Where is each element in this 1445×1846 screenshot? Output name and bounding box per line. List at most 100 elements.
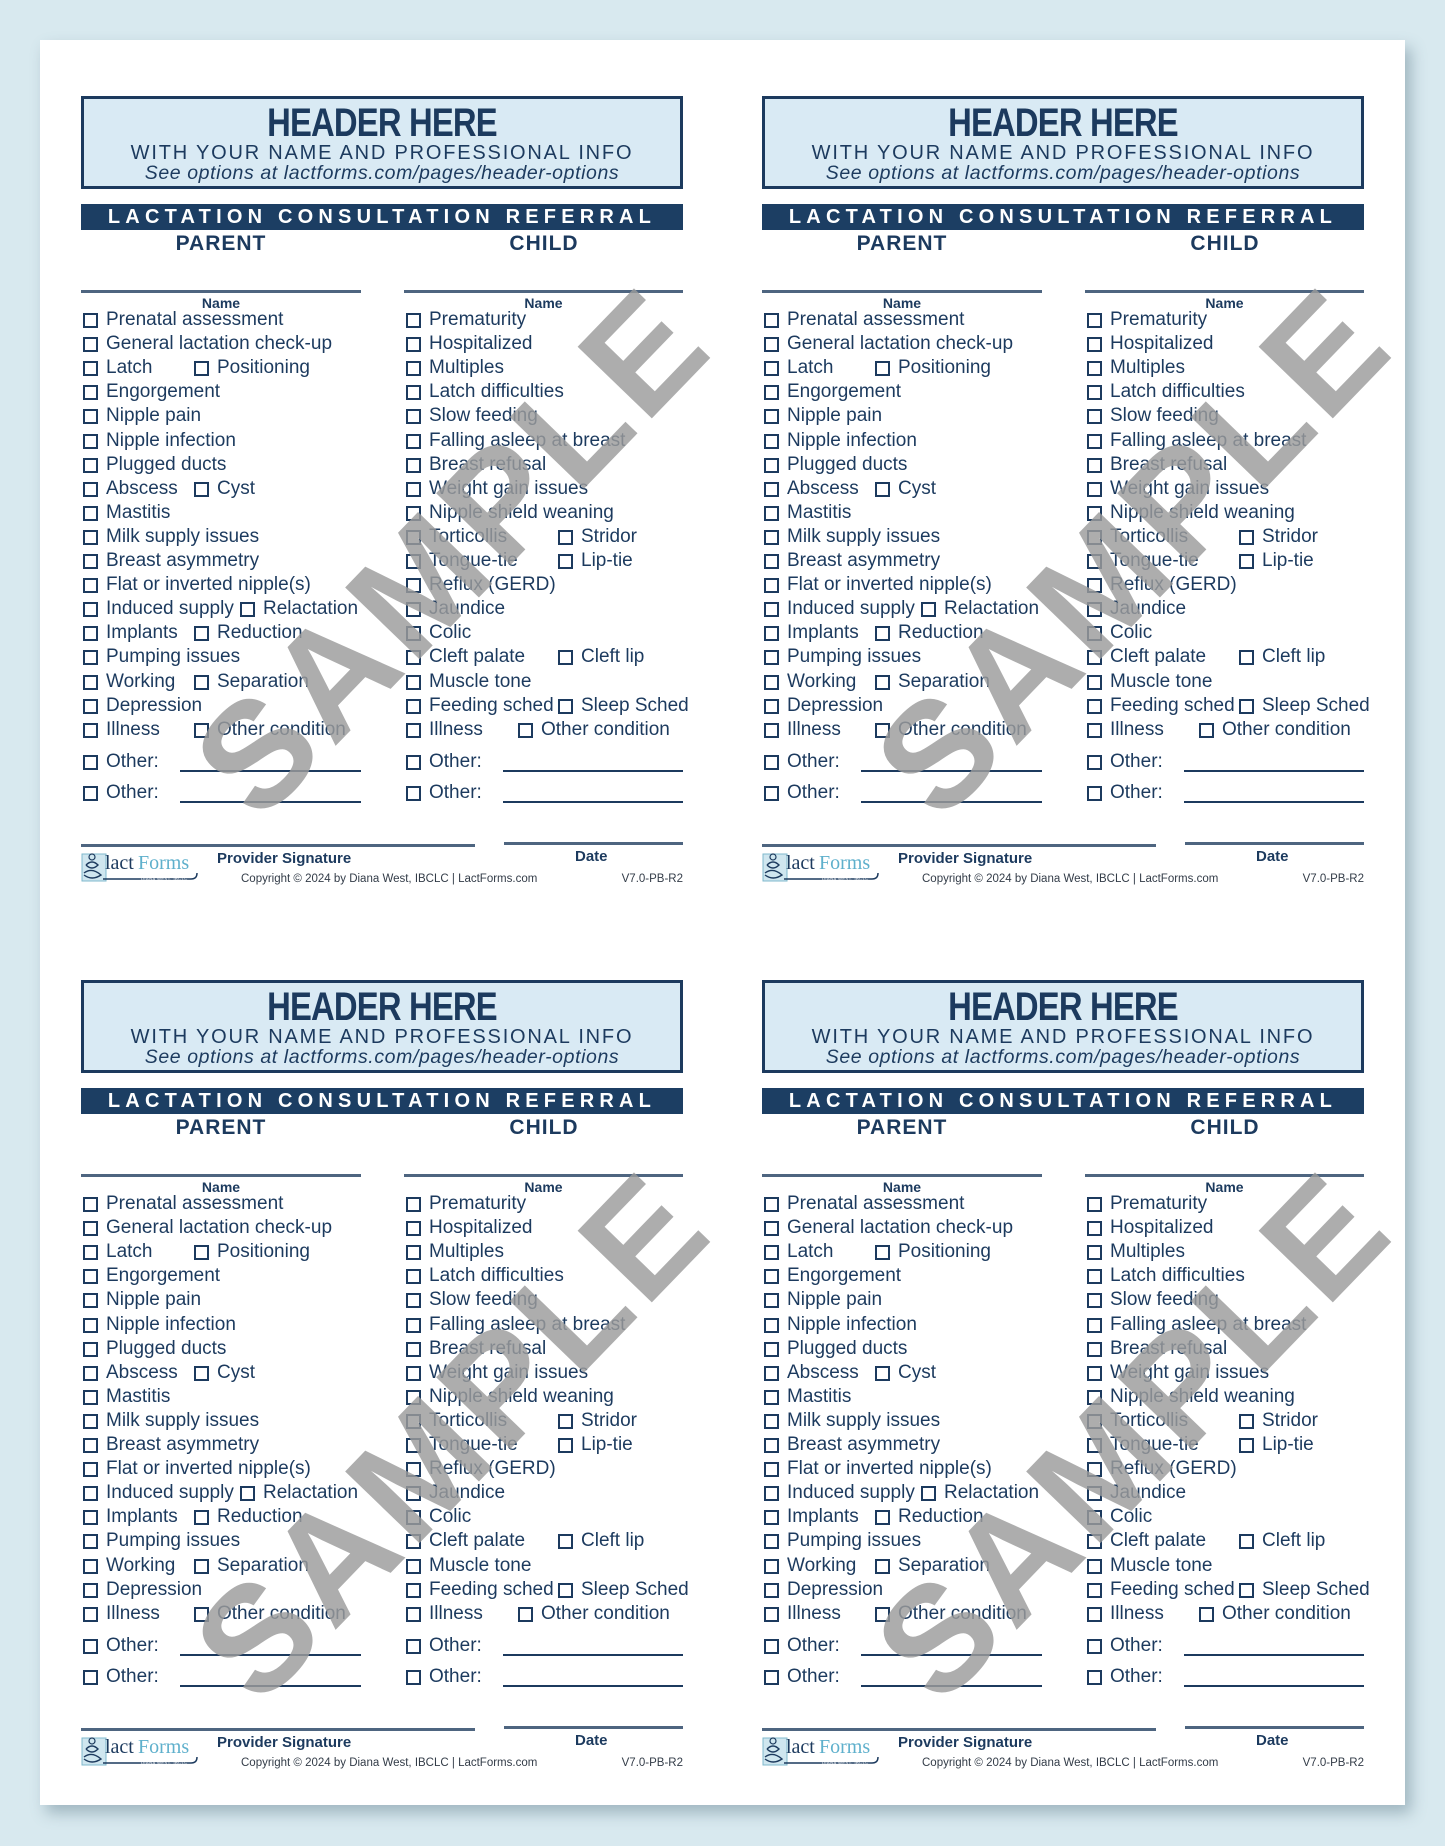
checkbox[interactable]	[83, 1245, 98, 1261]
checkbox[interactable]	[1239, 1582, 1254, 1598]
checkbox[interactable]	[194, 1245, 209, 1261]
checkbox[interactable]	[1239, 529, 1254, 545]
child-other-field-1[interactable]	[1184, 1654, 1364, 1656]
checkbox[interactable]	[83, 433, 98, 449]
checkbox[interactable]	[764, 1606, 779, 1622]
checkbox[interactable]	[764, 698, 779, 714]
checkbox[interactable]	[83, 1269, 98, 1285]
parent-other-field-1[interactable]	[180, 770, 361, 772]
header-options-link[interactable]: See options at lactforms.com/pages/heade…	[765, 1047, 1361, 1068]
checkbox[interactable]	[875, 1245, 890, 1261]
child-name-field[interactable]	[404, 1174, 683, 1177]
checkbox[interactable]	[406, 505, 421, 521]
checkbox[interactable]	[83, 755, 98, 770]
checkbox[interactable]	[406, 1558, 421, 1574]
child-other-field-1[interactable]	[1184, 770, 1364, 772]
checkbox[interactable]	[1087, 1389, 1102, 1405]
checkbox[interactable]	[406, 1462, 421, 1478]
checkbox[interactable]	[1087, 1510, 1102, 1526]
checkbox[interactable]	[406, 1639, 421, 1654]
checkbox[interactable]	[406, 1606, 421, 1622]
checkbox[interactable]	[194, 626, 209, 642]
checkbox[interactable]	[764, 786, 779, 801]
checkbox[interactable]	[1087, 1197, 1102, 1212]
checkbox[interactable]	[558, 650, 573, 666]
checkbox[interactable]	[1239, 698, 1254, 714]
provider-signature-field[interactable]	[762, 1728, 1156, 1731]
checkbox[interactable]	[406, 361, 421, 377]
checkbox[interactable]	[406, 481, 421, 497]
checkbox[interactable]	[764, 1221, 779, 1237]
checkbox[interactable]	[764, 1639, 779, 1654]
child-name-field[interactable]	[404, 290, 683, 293]
checkbox[interactable]	[1087, 1293, 1102, 1309]
checkbox[interactable]	[406, 578, 421, 594]
checkbox[interactable]	[764, 409, 779, 425]
checkbox[interactable]	[406, 650, 421, 666]
provider-signature-field[interactable]	[81, 844, 475, 847]
header-options-link[interactable]: See options at lactforms.com/pages/heade…	[84, 163, 680, 184]
checkbox[interactable]	[1087, 722, 1102, 738]
checkbox[interactable]	[83, 361, 98, 377]
checkbox[interactable]	[406, 1245, 421, 1261]
checkbox[interactable]	[1087, 1413, 1102, 1429]
checkbox[interactable]	[406, 554, 421, 569]
checkbox[interactable]	[1087, 313, 1102, 328]
checkbox[interactable]	[83, 1462, 98, 1478]
checkbox[interactable]	[406, 1269, 421, 1285]
checkbox[interactable]	[83, 1221, 98, 1237]
date-field[interactable]	[1185, 1726, 1364, 1729]
child-name-field[interactable]	[1085, 1174, 1364, 1177]
checkbox[interactable]	[83, 385, 98, 401]
checkbox[interactable]	[83, 1389, 98, 1405]
checkbox[interactable]	[875, 1558, 890, 1574]
child-other-field-2[interactable]	[1184, 1685, 1364, 1687]
checkbox[interactable]	[764, 1670, 779, 1685]
checkbox[interactable]	[764, 626, 779, 642]
checkbox[interactable]	[1087, 1606, 1102, 1622]
checkbox[interactable]	[194, 1365, 209, 1381]
provider-signature-field[interactable]	[762, 844, 1156, 847]
checkbox[interactable]	[83, 409, 98, 425]
checkbox[interactable]	[1087, 755, 1102, 770]
checkbox[interactable]	[764, 529, 779, 545]
checkbox[interactable]	[194, 674, 209, 690]
checkbox[interactable]	[194, 361, 209, 377]
checkbox[interactable]	[83, 554, 98, 569]
checkbox[interactable]	[83, 529, 98, 545]
checkbox[interactable]	[83, 722, 98, 738]
checkbox[interactable]	[1087, 409, 1102, 425]
parent-other-field-1[interactable]	[861, 1654, 1042, 1656]
checkbox[interactable]	[1239, 554, 1254, 569]
checkbox[interactable]	[764, 1438, 779, 1453]
checkbox[interactable]	[406, 1221, 421, 1237]
checkbox[interactable]	[240, 1486, 255, 1502]
checkbox[interactable]	[83, 602, 98, 618]
checkbox[interactable]	[875, 1606, 890, 1622]
checkbox[interactable]	[83, 626, 98, 642]
checkbox[interactable]	[1087, 578, 1102, 594]
date-field[interactable]	[1185, 842, 1364, 845]
checkbox[interactable]	[1087, 481, 1102, 497]
checkbox[interactable]	[406, 1341, 421, 1357]
checkbox[interactable]	[83, 481, 98, 497]
checkbox[interactable]	[764, 361, 779, 377]
checkbox[interactable]	[1087, 626, 1102, 642]
child-other-field-2[interactable]	[503, 801, 683, 803]
child-other-field-1[interactable]	[503, 770, 683, 772]
parent-other-field-2[interactable]	[180, 1685, 361, 1687]
checkbox[interactable]	[406, 529, 421, 545]
child-other-field-2[interactable]	[1184, 801, 1364, 803]
checkbox[interactable]	[764, 1582, 779, 1598]
checkbox[interactable]	[1087, 698, 1102, 714]
checkbox[interactable]	[1239, 1413, 1254, 1429]
checkbox[interactable]	[558, 1438, 573, 1453]
checkbox[interactable]	[406, 1293, 421, 1309]
checkbox[interactable]	[83, 786, 98, 801]
checkbox[interactable]	[764, 1510, 779, 1526]
parent-other-field-2[interactable]	[180, 801, 361, 803]
checkbox[interactable]	[83, 650, 98, 666]
checkbox[interactable]	[1239, 650, 1254, 666]
checkbox[interactable]	[764, 433, 779, 449]
checkbox[interactable]	[764, 1486, 779, 1502]
